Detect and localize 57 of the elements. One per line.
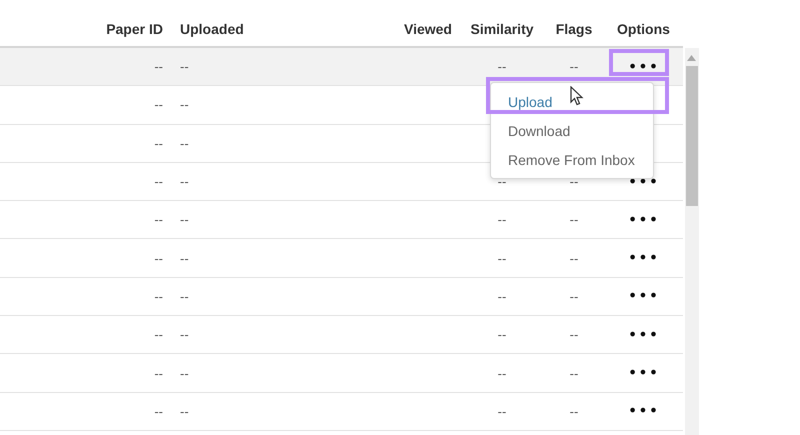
column-header[interactable]: Uploaded xyxy=(170,9,390,37)
menu-item[interactable]: Upload xyxy=(491,87,653,116)
table-cell: -- xyxy=(154,327,163,342)
options-button[interactable]: ••• xyxy=(626,288,662,304)
column-header[interactable]: Options xyxy=(604,9,683,37)
table-cell: -- xyxy=(498,174,506,190)
options-button[interactable]: ••• xyxy=(626,250,662,266)
table-cell: -- xyxy=(180,404,189,419)
table-cell: -- xyxy=(570,366,578,381)
table-cell: -- xyxy=(154,136,163,151)
table-cell: -- xyxy=(570,250,578,266)
options-button[interactable]: ••• xyxy=(626,403,662,420)
table-cell: -- xyxy=(154,250,163,266)
options-button[interactable]: ••• xyxy=(626,212,662,228)
options-button[interactable]: ••• xyxy=(626,58,662,75)
table-cell: -- xyxy=(570,288,578,304)
table-cell: -- xyxy=(180,136,189,151)
table-cell: -- xyxy=(498,288,506,304)
table-cell: -- xyxy=(498,59,506,74)
options-button[interactable]: ••• xyxy=(626,365,662,382)
table-row[interactable]: -- -- -- -- ••• xyxy=(0,48,683,86)
table-cell: -- xyxy=(180,250,189,266)
table-cell: -- xyxy=(498,250,506,266)
table-cell: -- xyxy=(180,212,189,228)
table-cell: -- xyxy=(180,288,189,304)
table-row[interactable]: -- -- -- -- ••• xyxy=(0,392,683,431)
table-cell: -- xyxy=(570,404,578,419)
table-cell: -- xyxy=(154,59,163,74)
table-cell: -- xyxy=(154,288,163,304)
table-cell: -- xyxy=(498,366,506,381)
column-header[interactable]: Paper ID xyxy=(0,9,170,37)
table-cell: -- xyxy=(180,97,189,112)
table-cell: -- xyxy=(570,327,578,342)
table-cell: -- xyxy=(570,212,578,228)
table-cell: -- xyxy=(498,327,506,342)
table-cell: -- xyxy=(154,366,163,381)
table-cell: -- xyxy=(498,212,506,228)
scroll-up-icon[interactable] xyxy=(687,55,696,61)
column-header[interactable]: Flags xyxy=(544,9,604,37)
table-cell: -- xyxy=(498,404,506,419)
column-header[interactable]: Similarity xyxy=(460,9,544,37)
options-button[interactable]: ••• xyxy=(626,174,662,190)
table-cell: -- xyxy=(180,327,189,342)
options-button[interactable]: ••• xyxy=(626,326,662,343)
scrollbar-thumb[interactable] xyxy=(686,66,698,206)
table-cell: -- xyxy=(154,404,163,419)
table-cell: -- xyxy=(154,212,163,228)
table-cell: -- xyxy=(180,366,189,381)
table-cell: -- xyxy=(180,174,189,190)
table-cell: -- xyxy=(154,97,163,112)
table-cell: -- xyxy=(570,174,578,190)
table-cell: -- xyxy=(180,59,189,74)
table-cell: -- xyxy=(570,59,578,74)
cursor-icon xyxy=(570,86,584,106)
scrollbar[interactable] xyxy=(685,48,699,435)
table-cell: -- xyxy=(154,174,163,190)
column-header[interactable]: Viewed xyxy=(390,9,460,37)
